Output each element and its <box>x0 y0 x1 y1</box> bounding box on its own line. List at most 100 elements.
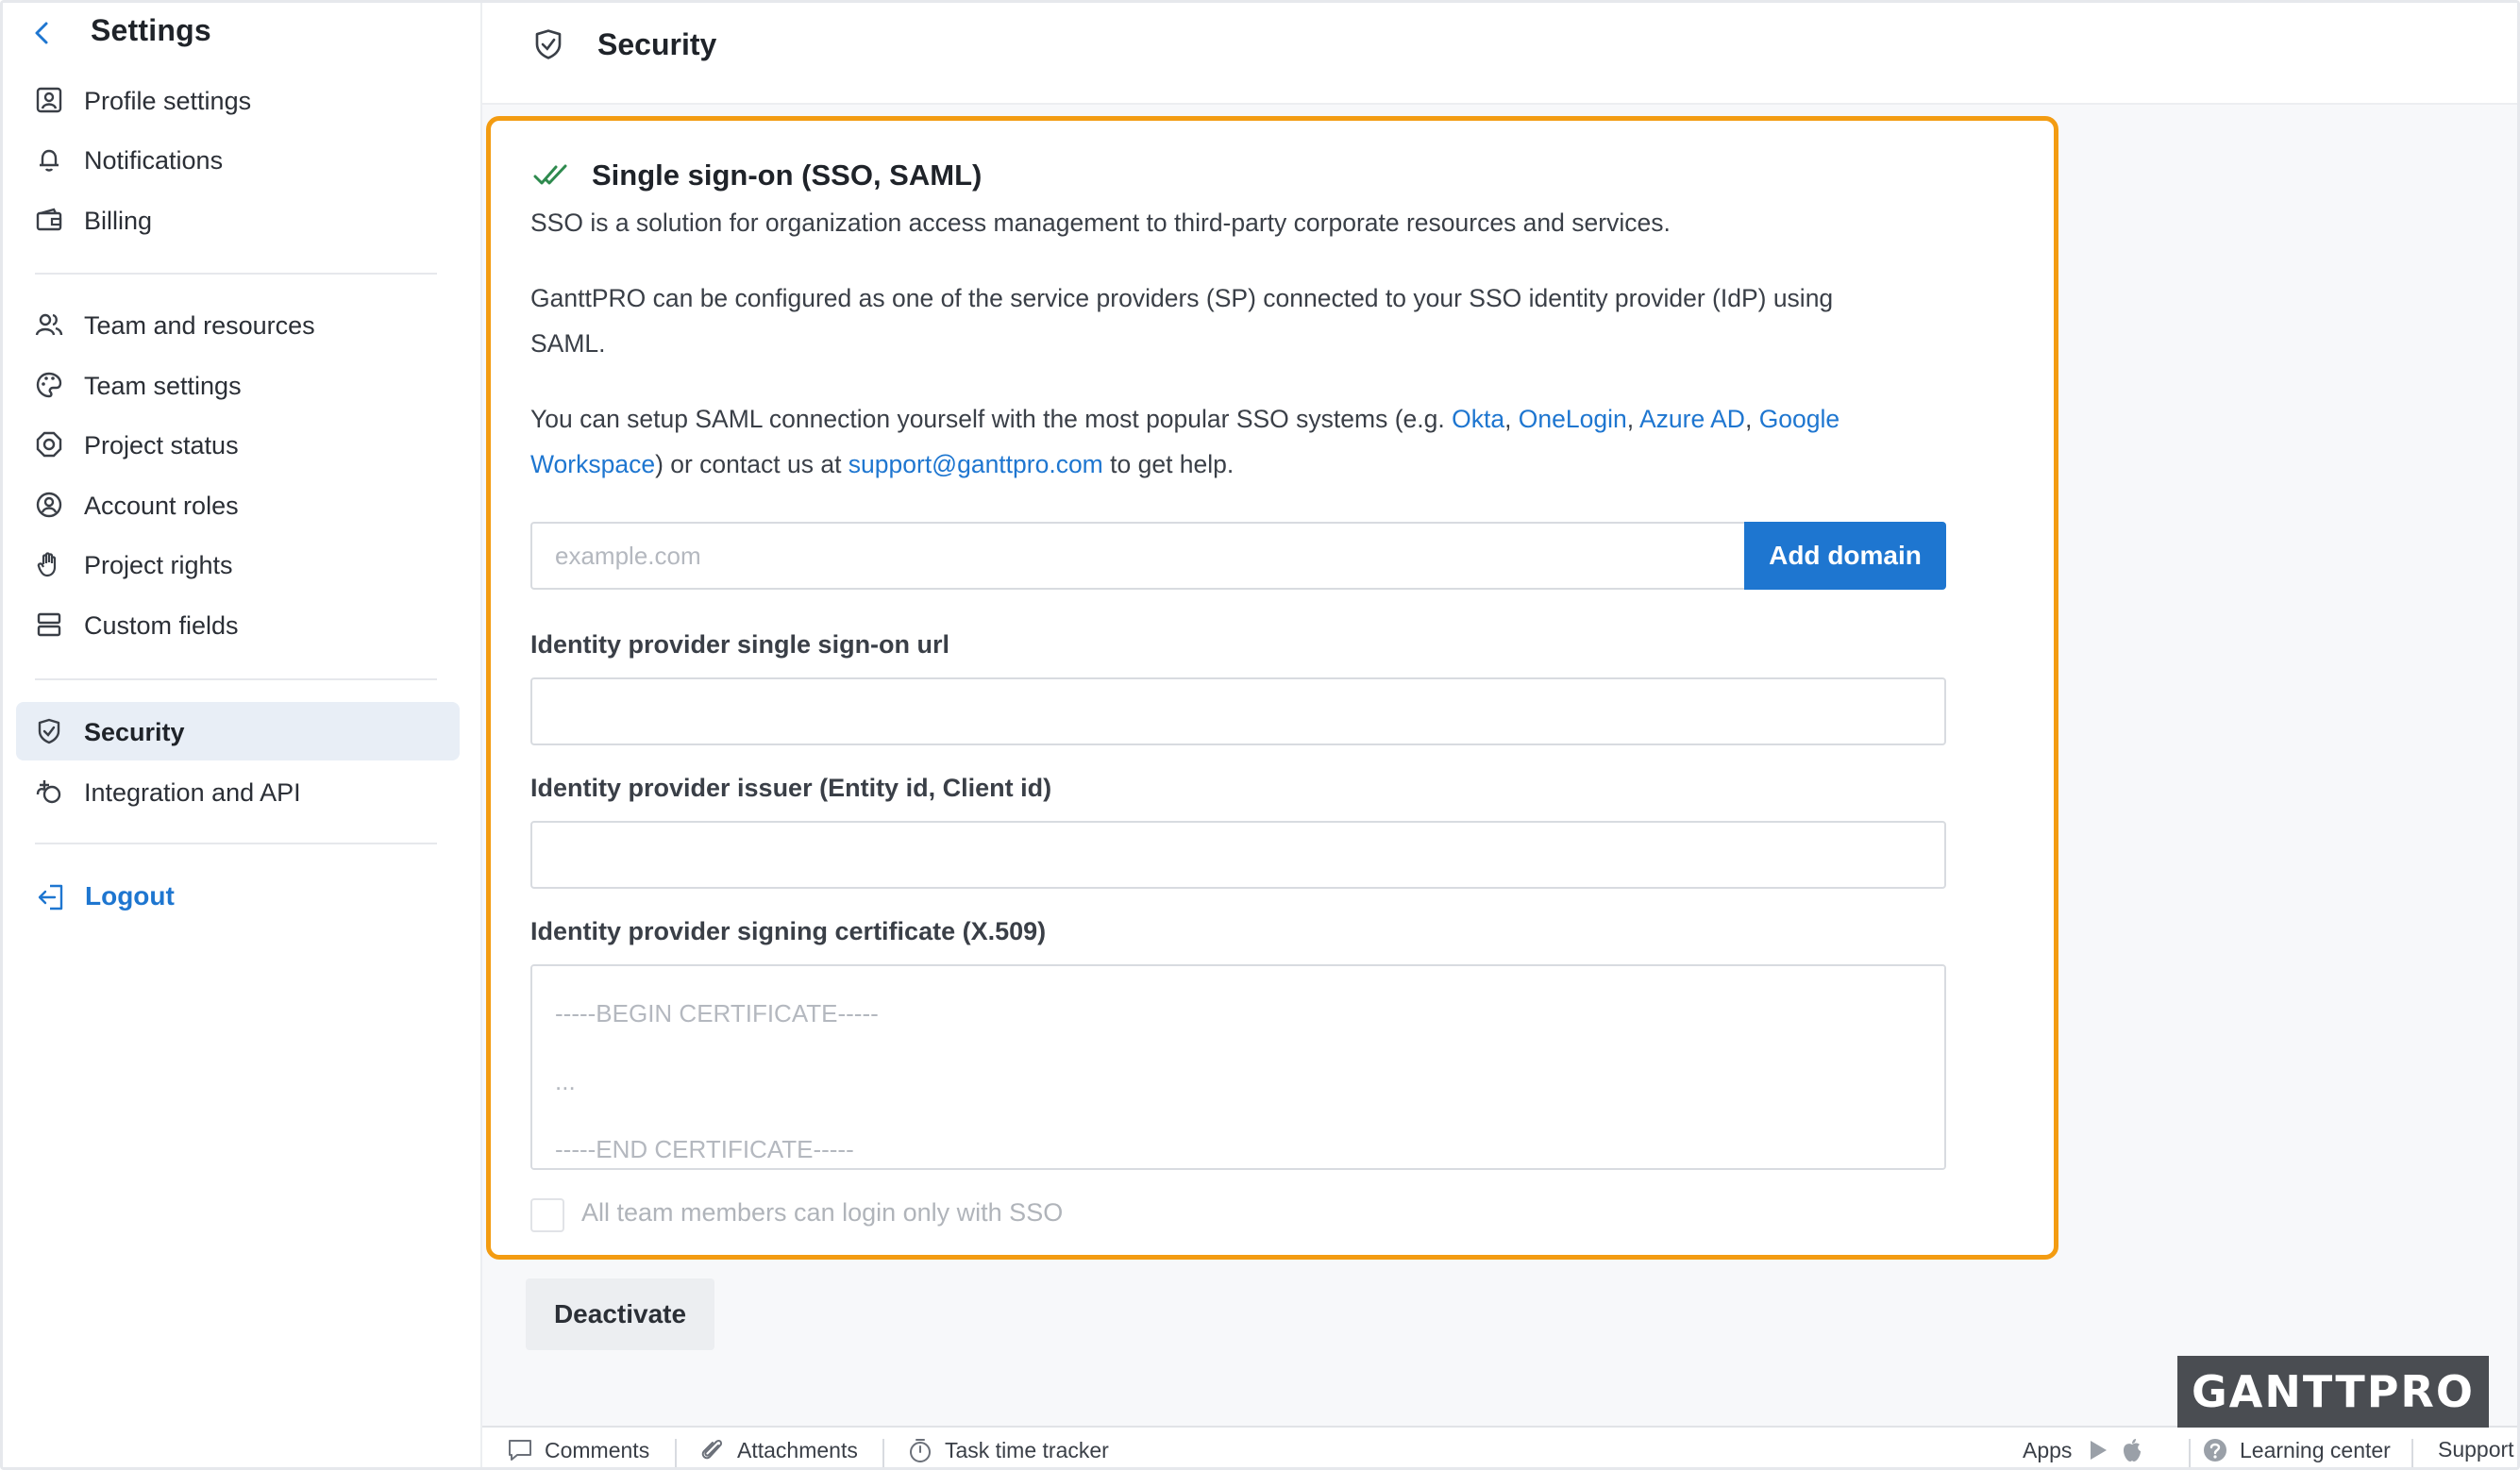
sidebar-item-label: Team and resources <box>84 311 315 340</box>
google-workspace-link-cont[interactable]: Workspace <box>530 450 655 478</box>
sidebar-item-label: Notifications <box>84 146 224 175</box>
sso-only-checkbox[interactable] <box>530 1198 564 1232</box>
sidebar-item-label: Profile settings <box>84 87 252 115</box>
logout-label: Logout <box>85 881 175 910</box>
bottom-bar: Comments Attachments Task time tracker A… <box>482 1426 2517 1467</box>
sidebar-item-label: Team settings <box>84 372 242 400</box>
sidebar-item-integration-and-api[interactable]: Integration and API <box>16 762 460 821</box>
comments-button[interactable]: Comments <box>507 1437 649 1463</box>
play-store-icon[interactable] <box>2085 1437 2111 1463</box>
attachments-label: Attachments <box>737 1437 858 1462</box>
sidebar-item-notifications[interactable]: Notifications <box>16 130 460 189</box>
status-icon <box>35 430 63 459</box>
sso-configured-line1: GanttPRO can be configured as one of the… <box>530 284 1834 312</box>
time-tracker-label: Task time tracker <box>945 1437 1109 1462</box>
sidebar-item-team-settings[interactable]: Team settings <box>16 356 460 414</box>
sidebar-item-label: Billing <box>84 207 153 235</box>
sidebar-item-label: Custom fields <box>84 611 239 640</box>
main-content: Security Single sign-on (SSO, SAML) SSO … <box>482 3 2517 1426</box>
apps-button[interactable]: Apps <box>2023 1437 2157 1463</box>
sso-url-label: Identity provider single sign-on url <box>530 630 950 659</box>
wallet-icon <box>35 206 63 234</box>
integration-icon <box>35 777 63 806</box>
learning-center-button[interactable]: Learning center <box>2202 1437 2391 1463</box>
shield-icon <box>531 27 565 61</box>
chevron-left-icon <box>35 22 48 44</box>
issuer-input[interactable] <box>530 821 1946 889</box>
support-button[interactable]: Support <box>2438 1437 2514 1462</box>
page-header: Security <box>482 3 2517 105</box>
sidebar-divider <box>35 843 437 844</box>
issuer-label: Identity provider issuer (Entity id, Cli… <box>530 774 1052 802</box>
sidebar-item-label: Security <box>84 718 185 746</box>
logout-icon <box>37 882 67 912</box>
sidebar-item-project-rights[interactable]: Project rights <box>16 535 460 593</box>
bottom-separator <box>882 1439 884 1467</box>
sso-configured-text: GanttPRO can be configured as one of the… <box>530 276 1965 366</box>
sso-only-label: All team members can login only with SSO <box>581 1198 1064 1227</box>
sso-title: Single sign-on (SSO, SAML) <box>592 159 983 192</box>
sso-description: SSO is a solution for organization acces… <box>530 209 1671 237</box>
okta-link[interactable]: Okta <box>1452 405 1504 433</box>
sso-card: Single sign-on (SSO, SAML) SSO is a solu… <box>486 116 2058 1260</box>
shield-icon <box>35 717 63 745</box>
sso-setup-text: You can setup SAML connection yourself w… <box>530 405 1840 478</box>
sidebar-header: Settings <box>3 3 482 63</box>
sso-configured-line2: SAML. <box>530 329 606 358</box>
app-window: Settings Profile settings Notifications … <box>0 0 2520 1470</box>
bell-icon <box>35 145 63 174</box>
back-button[interactable] <box>24 14 61 52</box>
bottom-separator <box>2189 1439 2191 1467</box>
support-email-link[interactable]: support@ganttpro.com <box>848 450 1103 478</box>
hand-icon <box>35 550 63 578</box>
certificate-label: Identity provider signing certificate (X… <box>530 917 1047 945</box>
paperclip-icon <box>699 1437 726 1463</box>
page-title: Security <box>597 27 717 61</box>
sidebar-item-account-roles[interactable]: Account roles <box>16 476 460 534</box>
google-workspace-link[interactable]: Google <box>1759 405 1840 433</box>
comment-icon <box>507 1437 533 1463</box>
settings-sidebar: Settings Profile settings Notifications … <box>3 3 482 1467</box>
sidebar-item-team-and-resources[interactable]: Team and resources <box>16 295 460 354</box>
certificate-textarea[interactable] <box>530 964 1946 1170</box>
account-role-icon <box>35 491 63 519</box>
deactivate-button[interactable]: Deactivate <box>526 1278 714 1350</box>
sidebar-item-project-status[interactable]: Project status <box>16 415 460 474</box>
profile-icon <box>35 86 63 114</box>
sidebar-divider <box>35 273 437 275</box>
sidebar-item-billing[interactable]: Billing <box>16 191 460 249</box>
attachments-button[interactable]: Attachments <box>699 1437 858 1463</box>
add-domain-button[interactable]: Add domain <box>1744 522 1946 590</box>
sidebar-item-label: Account roles <box>84 492 239 520</box>
azure-ad-link[interactable]: Azure AD <box>1639 405 1745 433</box>
help-icon <box>2202 1437 2228 1463</box>
setup-middle: ) or contact us at <box>655 450 848 478</box>
sidebar-item-security[interactable]: Security <box>16 702 460 760</box>
setup-suffix: to get help. <box>1102 450 1235 478</box>
learning-center-label: Learning center <box>2240 1437 2391 1462</box>
support-label: Support <box>2438 1437 2514 1462</box>
logout-button[interactable]: Logout <box>16 867 460 926</box>
sidebar-item-label: Project rights <box>84 551 233 579</box>
sso-url-input[interactable] <box>530 677 1946 745</box>
sidebar-divider <box>35 678 437 680</box>
time-tracker-button[interactable]: Task time tracker <box>907 1437 1109 1463</box>
sidebar-item-label: Project status <box>84 431 239 459</box>
users-icon <box>35 310 63 339</box>
sidebar-item-profile-settings[interactable]: Profile settings <box>16 71 460 129</box>
bottom-separator <box>2411 1439 2413 1467</box>
apps-label: Apps <box>2023 1437 2073 1462</box>
setup-prefix: You can setup SAML connection yourself w… <box>530 405 1453 433</box>
sidebar-item-custom-fields[interactable]: Custom fields <box>16 595 460 654</box>
apple-icon[interactable] <box>2119 1437 2145 1463</box>
bottom-separator <box>675 1439 677 1467</box>
palette-icon <box>35 371 63 399</box>
fields-icon <box>35 610 63 639</box>
sidebar-item-label: Integration and API <box>84 778 301 807</box>
domain-input[interactable] <box>530 522 1744 590</box>
comments-label: Comments <box>545 1437 650 1462</box>
stopwatch-icon <box>907 1437 933 1463</box>
onelogin-link[interactable]: OneLogin <box>1519 405 1627 433</box>
ganttpro-watermark: GANTTPRO <box>2177 1356 2489 1428</box>
double-check-icon <box>533 160 569 189</box>
